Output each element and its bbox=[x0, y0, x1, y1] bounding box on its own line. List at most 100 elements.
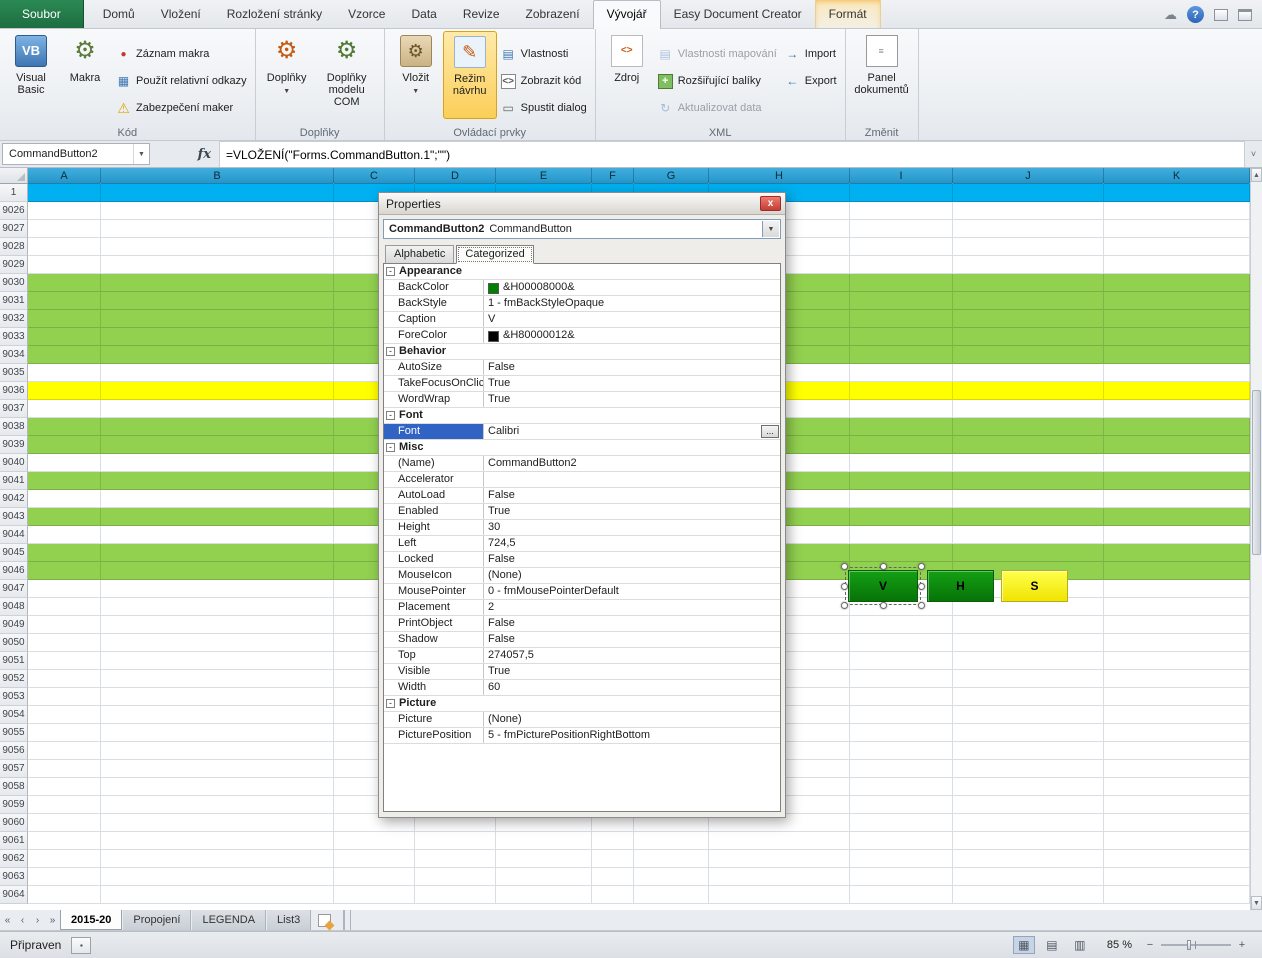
property-row-takefocusonclick[interactable]: TakeFocusOnClickTrue bbox=[384, 376, 780, 392]
row-header-9028[interactable]: 9028 bbox=[0, 238, 28, 256]
cell-J9045[interactable] bbox=[953, 544, 1104, 562]
cell-K9030[interactable] bbox=[1104, 274, 1250, 292]
first-sheet-icon[interactable]: « bbox=[0, 910, 15, 930]
cell-K9059[interactable] bbox=[1104, 796, 1250, 814]
cell-K9028[interactable] bbox=[1104, 238, 1250, 256]
cell-I1[interactable] bbox=[850, 184, 953, 202]
ribbon-tab-easy-document-creator[interactable]: Easy Document Creator bbox=[661, 1, 815, 28]
cell-J9042[interactable] bbox=[953, 490, 1104, 508]
cell-A9056[interactable] bbox=[28, 742, 101, 760]
property-row-pictureposition[interactable]: PicturePosition5 - fmPicturePositionRigh… bbox=[384, 728, 780, 744]
cell-A9038[interactable] bbox=[28, 418, 101, 436]
scroll-up-icon[interactable]: ▲ bbox=[1251, 168, 1262, 182]
cell-B9040[interactable] bbox=[101, 454, 334, 472]
ellipsis-button[interactable]: ... bbox=[761, 425, 779, 438]
cell-A9031[interactable] bbox=[28, 292, 101, 310]
cell-H9062[interactable] bbox=[709, 850, 850, 868]
property-row-mousepointer[interactable]: MousePointer0 - fmMousePointerDefault bbox=[384, 584, 780, 600]
cell-B9047[interactable] bbox=[101, 580, 334, 598]
property-name[interactable]: PicturePosition bbox=[384, 728, 484, 743]
view-normal-icon[interactable]: ▦ bbox=[1013, 936, 1035, 954]
row-header-9055[interactable]: 9055 bbox=[0, 724, 28, 742]
property-row-wordwrap[interactable]: WordWrapTrue bbox=[384, 392, 780, 408]
view-code-button[interactable]: <> Zobrazit kód bbox=[497, 72, 591, 90]
cell-I9030[interactable] bbox=[850, 274, 953, 292]
zoom-in-icon[interactable]: + bbox=[1236, 939, 1248, 951]
property-value[interactable]: CommandButton2 bbox=[484, 456, 780, 471]
property-name[interactable]: WordWrap bbox=[384, 392, 484, 407]
cell-A9050[interactable] bbox=[28, 634, 101, 652]
cell-B9026[interactable] bbox=[101, 202, 334, 220]
row-header-9057[interactable]: 9057 bbox=[0, 760, 28, 778]
cell-I9038[interactable] bbox=[850, 418, 953, 436]
cell-J9034[interactable] bbox=[953, 346, 1104, 364]
row-header-9031[interactable]: 9031 bbox=[0, 292, 28, 310]
macro-security-button[interactable]: ⚠ Zabezpečení maker bbox=[112, 99, 251, 117]
cell-K9036[interactable] bbox=[1104, 382, 1250, 400]
cell-B9051[interactable] bbox=[101, 652, 334, 670]
property-name[interactable]: BackColor bbox=[384, 280, 484, 295]
cell-I9039[interactable] bbox=[850, 436, 953, 454]
cell-A9035[interactable] bbox=[28, 364, 101, 382]
column-header-A[interactable]: A bbox=[28, 168, 101, 184]
properties-tab-categorized[interactable]: Categorized bbox=[456, 245, 533, 264]
row-header-9033[interactable]: 9033 bbox=[0, 328, 28, 346]
cell-A9045[interactable] bbox=[28, 544, 101, 562]
cell-I9057[interactable] bbox=[850, 760, 953, 778]
property-row-mouseicon[interactable]: MouseIcon(None) bbox=[384, 568, 780, 584]
cell-A9049[interactable] bbox=[28, 616, 101, 634]
cell-J9059[interactable] bbox=[953, 796, 1104, 814]
minimize-ribbon-icon[interactable] bbox=[1214, 9, 1228, 21]
cell-I9034[interactable] bbox=[850, 346, 953, 364]
cell-K9033[interactable] bbox=[1104, 328, 1250, 346]
cell-G9063[interactable] bbox=[634, 868, 709, 886]
select-all-corner[interactable] bbox=[0, 168, 28, 184]
view-page-break-icon[interactable]: ▥ bbox=[1069, 936, 1091, 954]
cell-A9054[interactable] bbox=[28, 706, 101, 724]
import-button[interactable]: → Import bbox=[781, 45, 841, 63]
xml-source-button[interactable]: <> Zdroj bbox=[600, 31, 654, 119]
selection-handle[interactable] bbox=[918, 602, 925, 609]
cell-K9061[interactable] bbox=[1104, 832, 1250, 850]
cell-B9042[interactable] bbox=[101, 490, 334, 508]
row-header-9046[interactable]: 9046 bbox=[0, 562, 28, 580]
cell-J9064[interactable] bbox=[953, 886, 1104, 904]
cell-E9061[interactable] bbox=[496, 832, 592, 850]
cell-J9053[interactable] bbox=[953, 688, 1104, 706]
cell-A9052[interactable] bbox=[28, 670, 101, 688]
property-row-enabled[interactable]: EnabledTrue bbox=[384, 504, 780, 520]
cell-A9033[interactable] bbox=[28, 328, 101, 346]
export-button[interactable]: ← Export bbox=[781, 72, 841, 90]
cell-K9037[interactable] bbox=[1104, 400, 1250, 418]
property-value[interactable] bbox=[484, 472, 780, 487]
cell-H9063[interactable] bbox=[709, 868, 850, 886]
selection-handle[interactable] bbox=[880, 563, 887, 570]
property-row-shadow[interactable]: ShadowFalse bbox=[384, 632, 780, 648]
row-header-9043[interactable]: 9043 bbox=[0, 508, 28, 526]
cell-J9029[interactable] bbox=[953, 256, 1104, 274]
ribbon-tab-vlo-en-[interactable]: Vložení bbox=[148, 1, 214, 28]
cell-K9048[interactable] bbox=[1104, 598, 1250, 616]
property-value[interactable]: 5 - fmPicturePositionRightBottom bbox=[484, 728, 780, 743]
cell-F9063[interactable] bbox=[592, 868, 634, 886]
property-row-printobject[interactable]: PrintObjectFalse bbox=[384, 616, 780, 632]
property-category-appearance[interactable]: -Appearance bbox=[384, 264, 780, 280]
property-row-height[interactable]: Height30 bbox=[384, 520, 780, 536]
insert-function-icon[interactable]: fx bbox=[190, 147, 219, 162]
property-row-caption[interactable]: CaptionV bbox=[384, 312, 780, 328]
row-header-9054[interactable]: 9054 bbox=[0, 706, 28, 724]
ribbon-tab-zobrazen-[interactable]: Zobrazení bbox=[513, 1, 593, 28]
row-header-9042[interactable]: 9042 bbox=[0, 490, 28, 508]
cell-J9041[interactable] bbox=[953, 472, 1104, 490]
com-addins-button[interactable]: ⚙ Doplňky modelu COM bbox=[314, 31, 380, 119]
property-name[interactable]: AutoLoad bbox=[384, 488, 484, 503]
cell-E9062[interactable] bbox=[496, 850, 592, 868]
property-value[interactable]: True bbox=[484, 664, 780, 679]
cell-J9028[interactable] bbox=[953, 238, 1104, 256]
cell-J9062[interactable] bbox=[953, 850, 1104, 868]
command-button-s[interactable]: S bbox=[1001, 570, 1068, 602]
column-header-D[interactable]: D bbox=[415, 168, 496, 184]
ribbon-tab-v-voj-[interactable]: Vývojář bbox=[593, 0, 661, 29]
cell-B9044[interactable] bbox=[101, 526, 334, 544]
property-value[interactable]: False bbox=[484, 632, 780, 647]
